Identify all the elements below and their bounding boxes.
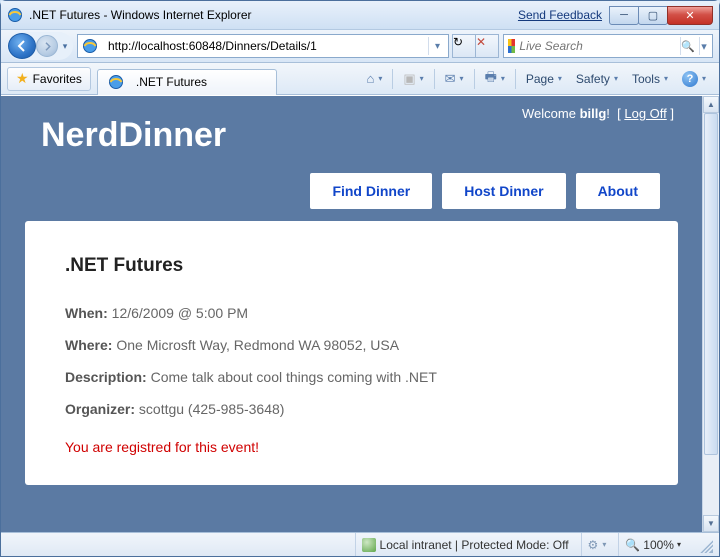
organizer-row: Organizer: scottgu (425-985-3648) [65,401,638,417]
nav-history-dropdown[interactable]: ▾ [58,35,72,57]
print-button[interactable]: 🖶▾ [478,67,512,91]
vertical-scrollbar[interactable]: ▲ ▼ [702,96,719,532]
search-dropdown[interactable]: ▾ [699,37,708,55]
logoff-link[interactable]: Log Off [624,106,666,121]
favorites-label: Favorites [33,72,82,86]
readmail-button[interactable]: ✉▾ [438,67,471,91]
search-input[interactable] [519,39,676,53]
safety-menu[interactable]: Safety▾ [569,67,625,91]
zoom-icon: 🔍 [625,538,640,552]
window-buttons: ─ ▢ ✕ [610,6,713,25]
printer-icon: 🖶 [485,68,497,90]
zone-text: Local intranet | Protected Mode: Off [380,538,569,552]
tab-title: .NET Futures [136,75,207,89]
home-button[interactable]: ⌂▾ [359,67,389,91]
registered-msg: You are registred for this event! [65,439,638,455]
viewport: Welcome billg! [ Log Off ] NerdDinner Fi… [1,95,719,532]
ie-window: .NET Futures - Windows Internet Explorer… [0,0,720,557]
back-button[interactable] [8,33,36,59]
address-dropdown[interactable]: ▾ [428,37,446,55]
nav-find-dinner[interactable]: Find Dinner [310,173,432,209]
minimize-button[interactable]: ─ [609,6,639,25]
address-bar-row: ▾ ▾ ↻ ✕ 🔍 ▾ [1,29,719,63]
site-nav: Find Dinner Host Dinner About [19,173,684,221]
stop-button[interactable]: ✕ [475,34,499,58]
mail-icon: ✉ [445,71,456,87]
zone-icon [362,538,376,552]
zoom-control[interactable]: 🔍 100% ▾ [618,533,687,556]
zoom-value: 100% [643,538,674,552]
window-title: .NET Futures - Windows Internet Explorer [29,8,252,22]
nav-about[interactable]: About [576,173,660,209]
description-row: Description: Come talk about cool things… [65,369,638,385]
refresh-button[interactable]: ↻ [452,34,476,58]
dinner-card: .NET Futures When: 12/6/2009 @ 5:00 PM W… [25,221,678,485]
feeds-button[interactable]: ▣▾ [396,67,430,91]
command-buttons: ⌂▾ ▣▾ ✉▾ 🖶▾ Page▾ Safety▾ Tools▾ ?▾ [359,67,713,91]
search-box[interactable]: 🔍 ▾ [503,34,713,58]
send-feedback-link[interactable]: Send Feedback [518,8,602,22]
security-zone[interactable]: Local intranet | Protected Mode: Off [355,533,575,556]
tab-ie-icon [108,74,124,90]
page-scroll[interactable]: Welcome billg! [ Log Off ] NerdDinner Fi… [1,96,702,532]
favorites-button[interactable]: ★ Favorites [7,67,91,91]
help-icon: ? [682,71,698,87]
site-header: Welcome billg! [ Log Off ] NerdDinner Fi… [1,96,702,221]
welcome-text: Welcome [522,106,580,121]
browser-tab[interactable]: .NET Futures [97,69,277,95]
scroll-thumb[interactable] [704,113,718,455]
home-icon: ⌂ [366,71,374,86]
scroll-down-button[interactable]: ▼ [703,515,719,532]
star-icon: ★ [16,70,29,87]
search-go-button[interactable]: 🔍 [680,37,695,55]
help-button[interactable]: ?▾ [675,67,713,91]
address-bar[interactable]: ▾ [77,34,449,58]
welcome-block: Welcome billg! [ Log Off ] [522,106,674,121]
protected-mode-icon-seg[interactable]: ⚙ ▾ [581,533,613,556]
live-search-icon [508,39,515,53]
maximize-button[interactable]: ▢ [638,6,668,25]
tools-menu[interactable]: Tools▾ [625,67,675,91]
ie-icon [7,7,23,23]
url-input[interactable] [108,36,424,56]
page-content: Welcome billg! [ Log Off ] NerdDinner Fi… [1,96,702,532]
command-bar: ★ Favorites .NET Futures ⌂▾ ▣▾ ✉▾ 🖶▾ Pag… [1,63,719,95]
welcome-excl: ! [606,106,610,121]
scroll-up-button[interactable]: ▲ [703,96,719,113]
page-ie-icon [82,38,98,54]
rss-icon: ▣ [403,71,415,87]
back-forward-group: ▾ [7,32,73,60]
titlebar: .NET Futures - Windows Internet Explorer… [1,1,719,29]
when-row: When: 12/6/2009 @ 5:00 PM [65,305,638,321]
status-bar: Local intranet | Protected Mode: Off ⚙ ▾… [1,532,719,556]
nav-host-dinner[interactable]: Host Dinner [442,173,565,209]
where-row: Where: One Microsft Way, Redmond WA 9805… [65,337,638,353]
close-button[interactable]: ✕ [667,6,713,25]
resize-grip[interactable] [697,537,713,553]
scroll-track[interactable] [703,113,719,515]
forward-button[interactable] [36,35,58,57]
username: billg [580,106,607,121]
dinner-title: .NET Futures [65,255,638,277]
page-menu[interactable]: Page▾ [519,67,569,91]
